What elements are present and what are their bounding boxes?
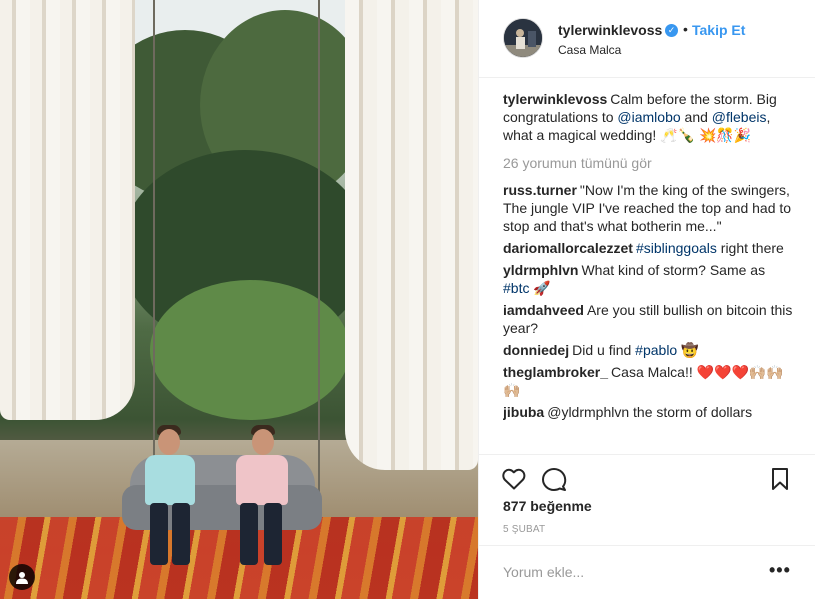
photo-person-right bbox=[228, 425, 294, 570]
post-photo[interactable] bbox=[0, 0, 478, 599]
photo-drape-right bbox=[345, 0, 478, 470]
header-separator: • bbox=[683, 21, 688, 37]
comment-item: yldrmphlvn What kind of storm? Same as #b… bbox=[503, 261, 795, 297]
hashtag-link[interactable]: #btc bbox=[503, 280, 529, 296]
comment-username[interactable]: dariomallorcalezzet bbox=[503, 240, 633, 256]
hashtag-link[interactable]: #siblinggoals bbox=[636, 240, 717, 256]
like-count[interactable]: 877 beğenme bbox=[503, 498, 592, 514]
photo-palm bbox=[150, 280, 350, 420]
view-all-comments-link[interactable]: 26 yorumun tümünü gör bbox=[503, 154, 795, 172]
comment-item: russ.turner "Now I'm the king of the swin… bbox=[503, 181, 795, 235]
comment-item: donniedej Did u find #pablo 🤠 bbox=[503, 341, 795, 359]
comment-text: Did u find bbox=[572, 342, 636, 358]
comments-list[interactable]: tylerwinklevoss Calm before the storm. Bi… bbox=[503, 90, 795, 454]
more-options-icon[interactable]: ••• bbox=[769, 560, 791, 581]
comment-item: dariomallorcalezzet #siblinggoals right t… bbox=[503, 239, 795, 257]
comment-username[interactable]: theglambroker_ bbox=[503, 364, 608, 380]
comment-username[interactable]: jibuba bbox=[503, 404, 544, 420]
post-caption: tylerwinklevoss Calm before the storm. Bi… bbox=[503, 90, 795, 144]
comment-text: 🤠 bbox=[677, 342, 699, 358]
comment-item: jibuba @yldrmphlvn the storm of dollars bbox=[503, 403, 795, 421]
post-date[interactable]: 5 ŞUBAT bbox=[503, 524, 545, 535]
comment-username[interactable]: russ.turner bbox=[503, 182, 577, 198]
comment-username[interactable]: donniedej bbox=[503, 342, 569, 358]
verified-badge-icon: ✓ bbox=[665, 24, 678, 37]
comment-item: iamdahveed Are you still bullish on bitco… bbox=[503, 301, 795, 337]
caption-text: and bbox=[680, 109, 712, 125]
mention-link[interactable]: @iamlobo bbox=[617, 109, 680, 125]
post-location[interactable]: Casa Malca bbox=[558, 43, 621, 57]
comment-text: 🚀 bbox=[529, 280, 551, 296]
photo-person-left bbox=[140, 425, 200, 570]
mention-link[interactable]: @flebeis bbox=[712, 109, 767, 125]
comment-text: @yldrmphlvn the storm of dollars bbox=[547, 404, 753, 420]
comment-icon[interactable] bbox=[541, 466, 567, 492]
post-side-panel: tylerwinklevoss ✓ • Takip Et Casa Malca … bbox=[478, 0, 815, 599]
comment-text: right there bbox=[716, 240, 784, 256]
comment-username[interactable]: iamdahveed bbox=[503, 302, 584, 318]
post-header: tylerwinklevoss ✓ • Takip Et Casa Malca bbox=[479, 0, 815, 78]
comment-username[interactable]: yldrmphlvn bbox=[503, 262, 578, 278]
avatar[interactable] bbox=[503, 18, 543, 58]
add-comment-bar: ••• bbox=[479, 545, 815, 599]
caption-username[interactable]: tylerwinklevoss bbox=[503, 91, 607, 107]
user-tag-icon[interactable] bbox=[9, 564, 35, 590]
photo-drape-left bbox=[0, 0, 135, 420]
hashtag-link[interactable]: #pablo bbox=[635, 342, 677, 358]
heart-icon[interactable] bbox=[501, 466, 527, 492]
bookmark-icon[interactable] bbox=[767, 466, 793, 492]
comment-text: What kind of storm? Same as bbox=[581, 262, 766, 278]
follow-button[interactable]: Takip Et bbox=[692, 22, 745, 38]
post-author-username[interactable]: tylerwinklevoss bbox=[558, 22, 662, 38]
add-comment-input[interactable] bbox=[503, 560, 753, 584]
comment-item: theglambroker_ Casa Malca!! ❤️❤️❤️🙌🏼🙌🏼🙌🏼 bbox=[503, 363, 795, 399]
swing-rope bbox=[318, 0, 320, 520]
